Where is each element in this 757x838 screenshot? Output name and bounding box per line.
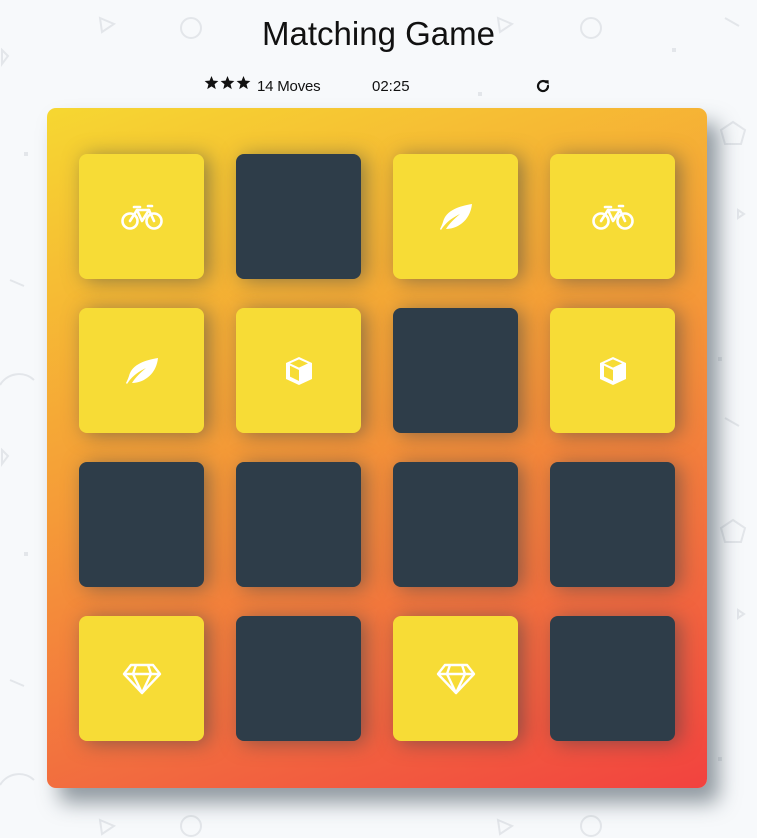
restart-button[interactable]	[535, 78, 551, 94]
card-closed[interactable]	[236, 462, 361, 587]
card-closed[interactable]	[393, 462, 518, 587]
card-closed[interactable]	[236, 616, 361, 741]
moves-counter: 14 Moves	[257, 78, 321, 95]
card-matched[interactable]	[79, 616, 204, 741]
score-panel: 14 Moves 02:25	[0, 76, 757, 98]
card-closed[interactable]	[79, 462, 204, 587]
page-title: Matching Game	[262, 15, 495, 52]
leaf-icon	[438, 202, 474, 232]
star-rating	[204, 76, 251, 90]
leaf-icon	[124, 356, 160, 386]
card-matched[interactable]	[79, 154, 204, 279]
card-closed[interactable]	[236, 154, 361, 279]
card-matched[interactable]	[550, 154, 675, 279]
card-matched[interactable]	[550, 308, 675, 433]
star-icon	[220, 76, 235, 90]
diamond-icon	[436, 663, 476, 695]
card-closed[interactable]	[550, 462, 675, 587]
refresh-icon	[536, 79, 550, 93]
card-matched[interactable]	[236, 308, 361, 433]
card-closed[interactable]	[393, 308, 518, 433]
card-matched[interactable]	[393, 616, 518, 741]
bicycle-icon	[591, 203, 635, 231]
diamond-icon	[122, 663, 162, 695]
card-closed[interactable]	[550, 616, 675, 741]
card-matched[interactable]	[393, 154, 518, 279]
card-deck	[47, 108, 707, 788]
timer: 02:25	[372, 78, 410, 95]
star-icon	[236, 76, 251, 90]
bicycle-icon	[120, 203, 164, 231]
star-icon	[204, 76, 219, 90]
cube-icon	[597, 355, 629, 387]
cube-icon	[283, 355, 315, 387]
card-matched[interactable]	[79, 308, 204, 433]
